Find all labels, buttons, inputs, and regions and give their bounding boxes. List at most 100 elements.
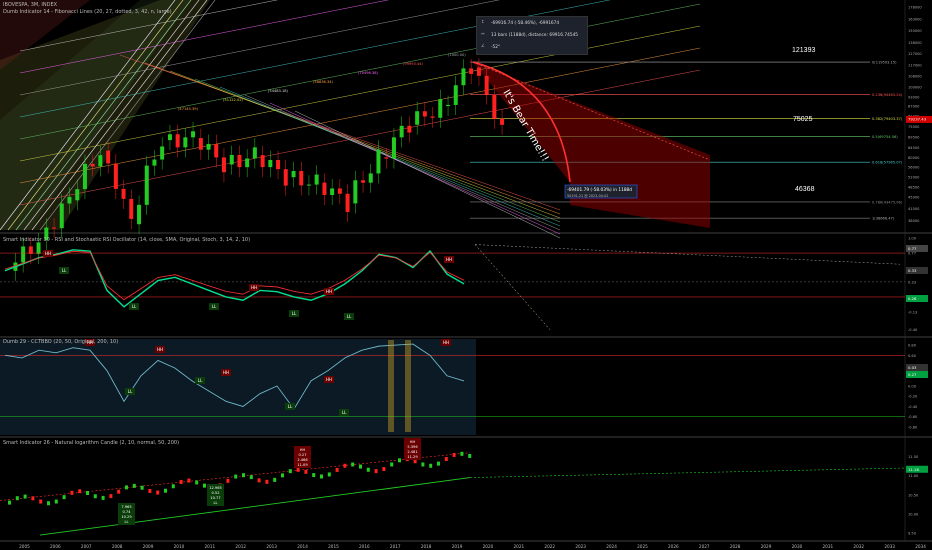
rsi-pivot-label: LL (212, 304, 217, 309)
price-tick-label: 64500 (908, 146, 920, 150)
price-candle (476, 67, 481, 76)
price-candle (21, 246, 26, 263)
time-axis-label: 2032 (853, 544, 864, 549)
rsi-title: Smart Indicator 30 - RSI and Stochastic … (3, 237, 251, 243)
price-candle (214, 143, 219, 158)
log-pivot-text: 10.77 (210, 496, 220, 500)
time-axis-label: 2030 (792, 544, 803, 549)
time-axis-label: 2027 (699, 544, 710, 549)
price-candle (121, 188, 126, 199)
price-candle (36, 242, 41, 254)
rsi-pivot-label: HH (251, 285, 257, 290)
log-pivot-text: 10.29 (121, 515, 132, 519)
time-axis-label: 2023 (575, 544, 586, 549)
log-candle (390, 462, 394, 467)
time-axis-label: 2031 (823, 544, 834, 549)
log-title: Smart Indicator 26 - Natural logarithm C… (3, 440, 180, 446)
cctbbo-pivot-label: HH (326, 377, 332, 382)
price-candle (345, 193, 350, 212)
price-candle (368, 173, 373, 183)
price-candle (106, 150, 111, 164)
price-tick-label: 41500 (908, 207, 920, 211)
price-candle (67, 196, 72, 204)
fib-level-label: 0.618(57965.07) (872, 161, 903, 165)
log-candle (47, 501, 50, 506)
fib-level-label: 0.786(43475.96) (872, 200, 903, 204)
cctbbo-tick-label: -0.40 (908, 405, 918, 409)
price-tick-label: 75000 (908, 125, 920, 129)
time-axis-label: 2012 (235, 544, 246, 549)
cctbbo-tick-label: -0.60 (908, 415, 918, 419)
price-candle (137, 204, 142, 225)
cctbbo-highlight (388, 340, 394, 432)
price-tick-label: 93000 (908, 95, 920, 99)
time-axis-label: 2028 (730, 544, 741, 549)
log-candle (335, 467, 339, 472)
fib-level-label: 0.5(69754.56) (872, 135, 898, 139)
price-candle (422, 111, 427, 117)
tooltip-line3: -52° (491, 45, 501, 50)
log-candle (359, 464, 362, 469)
cctbbo-title: Dumb 29 - CCTBBO (20, 50, Original, 200,… (3, 339, 119, 345)
time-axis-label: 2025 (637, 544, 648, 549)
time-axis-label: 2018 (421, 544, 432, 549)
cctbbo-pivot-label: HH (223, 370, 229, 375)
log-pivot-text: 11.29 (407, 455, 418, 459)
measure-tooltip: ↕ -69916.74 (-58.46%), -6991674 ↔ 13 bar… (476, 16, 588, 55)
current-price-label: 79237.43 (908, 117, 927, 122)
price-candle (276, 159, 281, 170)
fib-level-label: 0(119593.15) (872, 61, 897, 65)
price-tick-label: 38000 (908, 219, 920, 223)
cctbbo-tick-label: -0.80 (908, 425, 918, 429)
time-axis-label: 2010 (174, 544, 185, 549)
price-candle (198, 138, 203, 150)
rsi-pivot-label: HH (326, 289, 332, 294)
log-candle (327, 472, 331, 477)
log-pivot-text: 12.965 (209, 486, 222, 490)
time-axis-label: 2011 (205, 544, 216, 549)
log-candle (156, 490, 160, 495)
log-candle (78, 489, 82, 494)
rsi-pivot-label: LL (347, 314, 352, 319)
price-candle (376, 149, 381, 174)
price-tick-label: 69500 (908, 136, 920, 140)
cctbbo-pivot-label: LL (128, 389, 133, 394)
time-axis-label: 2009 (143, 544, 154, 549)
log-candle (444, 457, 448, 462)
price-tick-label: 100000 (908, 85, 922, 89)
log-pivot-text: 0.27 (298, 453, 306, 457)
time-axis-label: 2020 (483, 544, 494, 549)
time-axis-label: 2005 (19, 544, 30, 549)
fan-label: (99993.44) (403, 62, 424, 66)
log-candle (8, 500, 11, 505)
price-candle (221, 157, 226, 173)
price-candle (283, 169, 288, 186)
log-candle (148, 488, 152, 493)
price-candle (152, 159, 157, 166)
log-pivot-text: HH (300, 448, 306, 452)
price-candle (337, 188, 342, 194)
log-candle (132, 483, 136, 488)
log-tick-label: 11.00 (908, 474, 919, 478)
price-candle (237, 154, 242, 168)
price-candle (75, 189, 80, 201)
price-candle (98, 155, 103, 167)
log-candle (15, 496, 19, 501)
price-candle (330, 188, 335, 196)
measure-label: -69401.79 (-58.03%) in 1188d (567, 187, 632, 193)
log-candle (320, 474, 323, 479)
log-current-label: 11.18 (908, 467, 919, 472)
time-axis-label: 2034 (915, 544, 926, 549)
log-pivot-text: 2.481 (407, 450, 417, 454)
time-axis-label: 2015 (328, 544, 339, 549)
log-candle (31, 496, 35, 501)
price-candle (500, 118, 505, 125)
price-candle (268, 159, 273, 168)
log-pivot-text: 5.396 (407, 445, 418, 449)
log-candle (265, 479, 269, 484)
log-candle (288, 469, 292, 474)
fib-channel-line (294, 110, 561, 239)
log-candle (374, 469, 378, 474)
price-candle (144, 165, 149, 205)
rsi-value: 0.28 (908, 296, 917, 301)
